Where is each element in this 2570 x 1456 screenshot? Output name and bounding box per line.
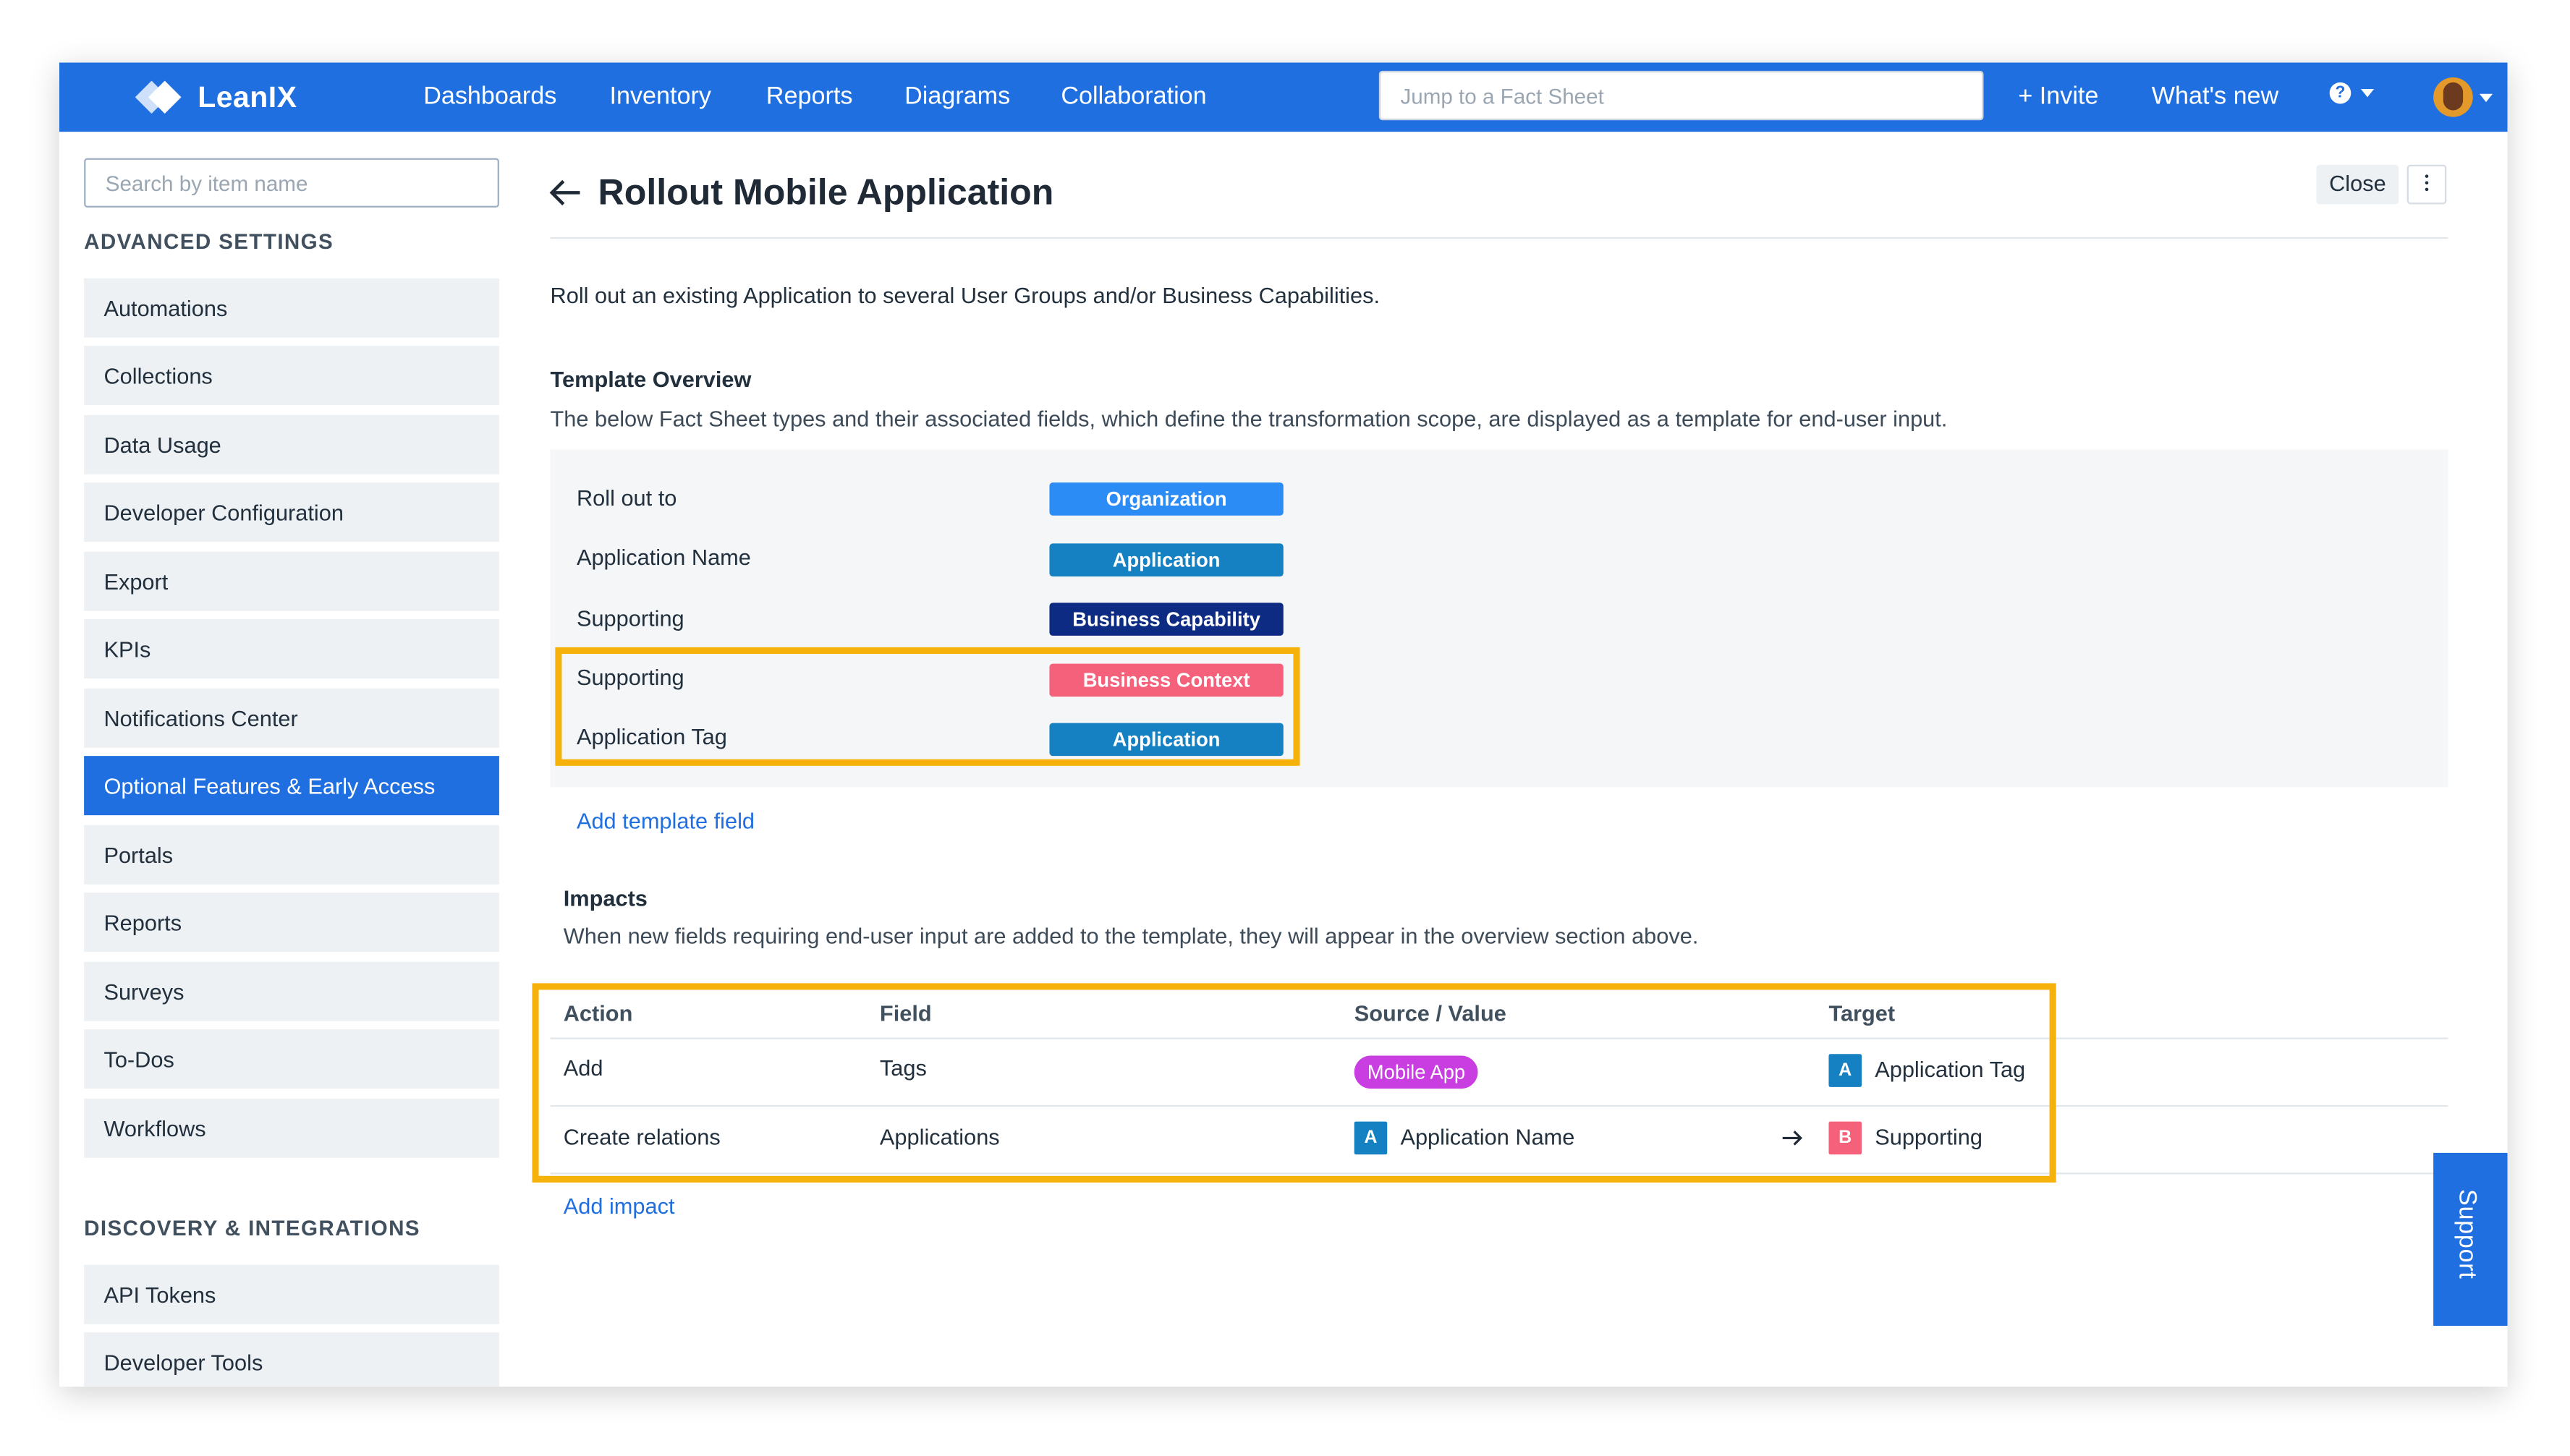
add-template-field-link[interactable]: Add template field [577, 809, 755, 833]
sidebar-item-developer-configuration[interactable]: Developer Configuration [84, 482, 499, 542]
sidebar-item-optional-features[interactable]: Optional Features & Early Access [84, 756, 499, 816]
template-overview-text: The below Fact Sheet types and their ass… [550, 406, 1948, 432]
help-menu[interactable]: ? [2329, 82, 2375, 104]
support-tab[interactable]: Support [2433, 1152, 2508, 1326]
app-window: LeanIX Dashboards Inventory Reports Diag… [59, 62, 2508, 1387]
invite-button[interactable]: + Invite [2018, 82, 2098, 111]
highlight-box [555, 647, 1300, 766]
nav-reports[interactable]: Reports [766, 82, 853, 111]
more-options-button[interactable] [2406, 164, 2447, 205]
fact-sheet-search-input[interactable]: Jump to a Fact Sheet [1378, 70, 1984, 121]
whats-new-link[interactable]: What's new [2152, 82, 2278, 111]
header-divider [550, 237, 2448, 239]
sidebar-item-workflows[interactable]: Workflows [84, 1098, 499, 1158]
nav-dashboards[interactable]: Dashboards [423, 82, 556, 111]
sidebar-item-data-usage[interactable]: Data Usage [84, 414, 499, 474]
page-title: Rollout Mobile Application [598, 171, 1054, 213]
sidebar-item-notifications-center[interactable]: Notifications Center [84, 688, 499, 748]
more-vertical-icon [2425, 174, 2429, 194]
leanix-logo[interactable]: LeanIX [135, 77, 297, 117]
add-impact-link[interactable]: Add impact [564, 1194, 675, 1219]
help-icon: ? [2329, 82, 2351, 104]
leanix-logo-icon [135, 80, 182, 114]
discovery-integrations-heading: DISCOVERY & INTEGRATIONS [84, 1215, 420, 1240]
sidebar-item-automations[interactable]: Automations [84, 278, 499, 338]
top-navbar: LeanIX Dashboards Inventory Reports Diag… [59, 62, 2508, 132]
sidebar-item-kpis[interactable]: KPIs [84, 619, 499, 679]
impacts-title: Impacts [563, 886, 648, 911]
template-row-label: Roll out to [576, 485, 677, 511]
nav-inventory[interactable]: Inventory [609, 82, 711, 111]
back-arrow-icon[interactable] [548, 178, 582, 208]
factsheet-type-badge[interactable]: Application [1049, 543, 1284, 576]
highlight-box [532, 983, 2056, 1183]
chevron-down-icon [2360, 88, 2375, 98]
sidebar-item-portals[interactable]: Portals [84, 825, 499, 885]
support-label: Support [2453, 1188, 2482, 1280]
factsheet-type-badge[interactable]: Organization [1049, 482, 1284, 516]
sidebar-item-export[interactable]: Export [84, 551, 499, 611]
template-row-label: Application Name [576, 545, 751, 570]
close-button[interactable]: Close [2316, 164, 2399, 205]
sidebar-item-surveys[interactable]: Surveys [84, 961, 499, 1021]
advanced-settings-heading: ADVANCED SETTINGS [84, 229, 334, 254]
template-row-label: Supporting [576, 605, 684, 631]
impacts-text: When new fields requiring end-user input… [563, 924, 1699, 949]
sidebar-item-collections[interactable]: Collections [84, 346, 499, 406]
chevron-down-icon[interactable] [2479, 93, 2493, 103]
nav-diagrams[interactable]: Diagrams [904, 82, 1010, 111]
description-text: Roll out an existing Application to seve… [550, 283, 1381, 308]
avatar[interactable] [2433, 77, 2473, 117]
sidebar-item-developer-tools[interactable]: Developer Tools [84, 1332, 499, 1387]
sidebar-search-input[interactable]: Search by item name [84, 158, 499, 208]
sidebar-item-todos[interactable]: To-Dos [84, 1029, 499, 1089]
template-overview-title: Template Overview [550, 367, 752, 392]
sidebar-item-api-tokens[interactable]: API Tokens [84, 1264, 499, 1324]
factsheet-type-badge[interactable]: Business Capability [1049, 603, 1284, 636]
brand-name: LeanIX [198, 80, 297, 113]
nav-collaboration[interactable]: Collaboration [1061, 82, 1206, 111]
sidebar-item-reports[interactable]: Reports [84, 893, 499, 953]
